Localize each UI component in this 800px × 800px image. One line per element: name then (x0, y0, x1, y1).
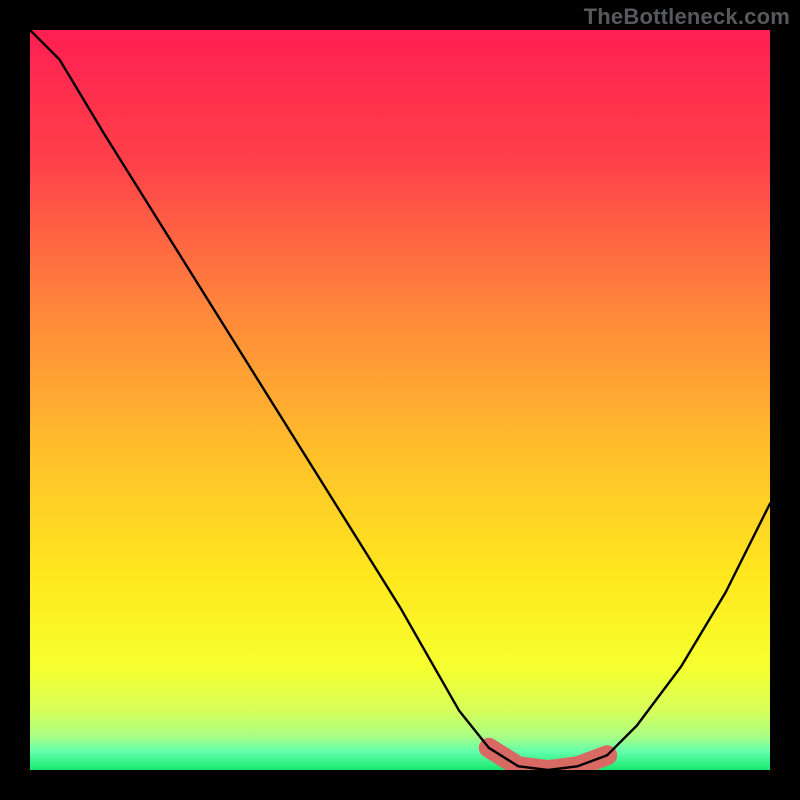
gradient-background (30, 30, 770, 770)
plot-area (30, 30, 770, 770)
bottleneck-chart (30, 30, 770, 770)
attribution-text: TheBottleneck.com (584, 4, 790, 30)
chart-frame: TheBottleneck.com (0, 0, 800, 800)
